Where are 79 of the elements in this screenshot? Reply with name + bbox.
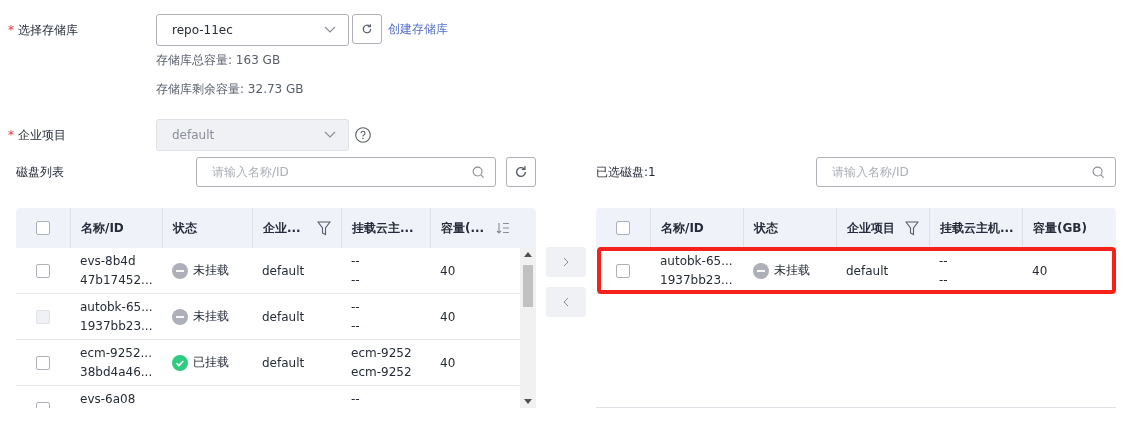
search-icon [472, 165, 485, 179]
scrollbar[interactable] [520, 248, 536, 408]
remaining-capacity-text: 存储库剩余容量: 32.73 GB [156, 81, 305, 98]
minus-circle-icon [172, 308, 188, 325]
column-header: 挂载云主... [352, 219, 414, 237]
refresh-icon [361, 23, 373, 35]
select-all-checkbox[interactable] [36, 221, 50, 235]
column-header: 状态 [173, 219, 197, 237]
project-text: default [262, 355, 305, 370]
chevron-right-icon [563, 257, 569, 267]
create-repository-link[interactable]: 创建存储库 [388, 14, 448, 44]
status-text: 未挂载 [193, 308, 229, 325]
status-text: 未挂载 [774, 262, 810, 279]
disk-name: autobk-65... [80, 300, 153, 314]
disk-name: evs-8b4d [80, 254, 137, 268]
repository-select[interactable]: repo-11ec [156, 14, 349, 46]
disk-id: 1937bb23... [80, 319, 153, 333]
field-label: 企业项目 [18, 127, 66, 144]
total-capacity-text: 存储库总容量: 163 GB [156, 52, 282, 69]
row-checkbox[interactable] [36, 355, 50, 370]
column-header: 状态 [754, 219, 778, 237]
search-field[interactable]: 请输入名称/ID [816, 157, 1116, 187]
sort-icon[interactable] [496, 222, 510, 234]
column-header: 容量(... [441, 219, 485, 237]
disk-id: 1937bb23... [660, 273, 733, 287]
mount-text: -- [939, 254, 948, 268]
row-checkbox[interactable] [36, 263, 50, 278]
check-circle-icon [172, 354, 188, 371]
minus-circle-icon [172, 262, 188, 279]
status-text: 已挂载 [193, 354, 229, 371]
disk-id: 38bd4a46... [80, 365, 153, 379]
scroll-thumb[interactable] [523, 265, 533, 307]
chevron-down-icon [324, 26, 336, 34]
scroll-down-icon[interactable] [524, 399, 532, 404]
scroll-up-icon[interactable] [524, 252, 532, 257]
mount-text: ecm-9252 [351, 346, 412, 360]
disk-list-label: 磁盘列表 [16, 163, 65, 181]
required-mark: * [8, 22, 14, 39]
project-text: default [262, 263, 305, 278]
search-icon [1092, 165, 1105, 179]
mount-text: -- [351, 319, 360, 333]
mount-text: -- [939, 273, 948, 287]
disk-id: 47b17452... [80, 273, 153, 287]
minus-circle-icon [753, 262, 769, 279]
project-text: default [262, 309, 305, 324]
filter-icon[interactable] [317, 220, 331, 236]
selected-count-label: 已选磁盘:1 [596, 163, 657, 181]
column-header: 名称/ID [661, 219, 704, 237]
column-header: 名称/ID [81, 219, 124, 237]
capacity-text: 40 [440, 263, 456, 278]
mount-text: -- [351, 300, 360, 314]
project-text: default [846, 263, 889, 278]
row-checkbox[interactable] [616, 263, 630, 278]
refresh-icon [514, 165, 528, 179]
disk-name: autobk-65... [660, 254, 733, 268]
refresh-button[interactable] [352, 14, 382, 44]
capacity-text: 40 [1032, 263, 1048, 278]
mount-text: -- [351, 392, 360, 406]
column-header: 企业... [263, 219, 301, 237]
column-header: 企业项目 [847, 219, 895, 237]
required-mark: * [8, 127, 14, 144]
help-icon[interactable] [355, 127, 371, 143]
disk-name: ecm-9252... [80, 346, 153, 360]
mount-text: -- [351, 254, 360, 268]
filter-icon[interactable] [905, 220, 919, 236]
search-field[interactable]: 请输入名称/ID [196, 157, 496, 187]
capacity-text: 40 [440, 355, 456, 370]
status-text: 未挂载 [193, 262, 229, 279]
chevron-down-icon [324, 131, 336, 139]
mount-text: -- [351, 273, 360, 287]
refresh-button[interactable] [506, 157, 536, 187]
capacity-text: 40 [440, 309, 456, 324]
field-label: 选择存储库 [18, 22, 78, 39]
select-all-checkbox[interactable] [616, 221, 630, 235]
disk-name: evs-6a08 [80, 392, 136, 406]
column-header: 容量(GB) [1033, 219, 1087, 237]
chevron-left-icon [563, 297, 569, 307]
column-header: 挂载云主机... [940, 219, 1014, 237]
mount-text: ecm-9252 [351, 365, 412, 379]
